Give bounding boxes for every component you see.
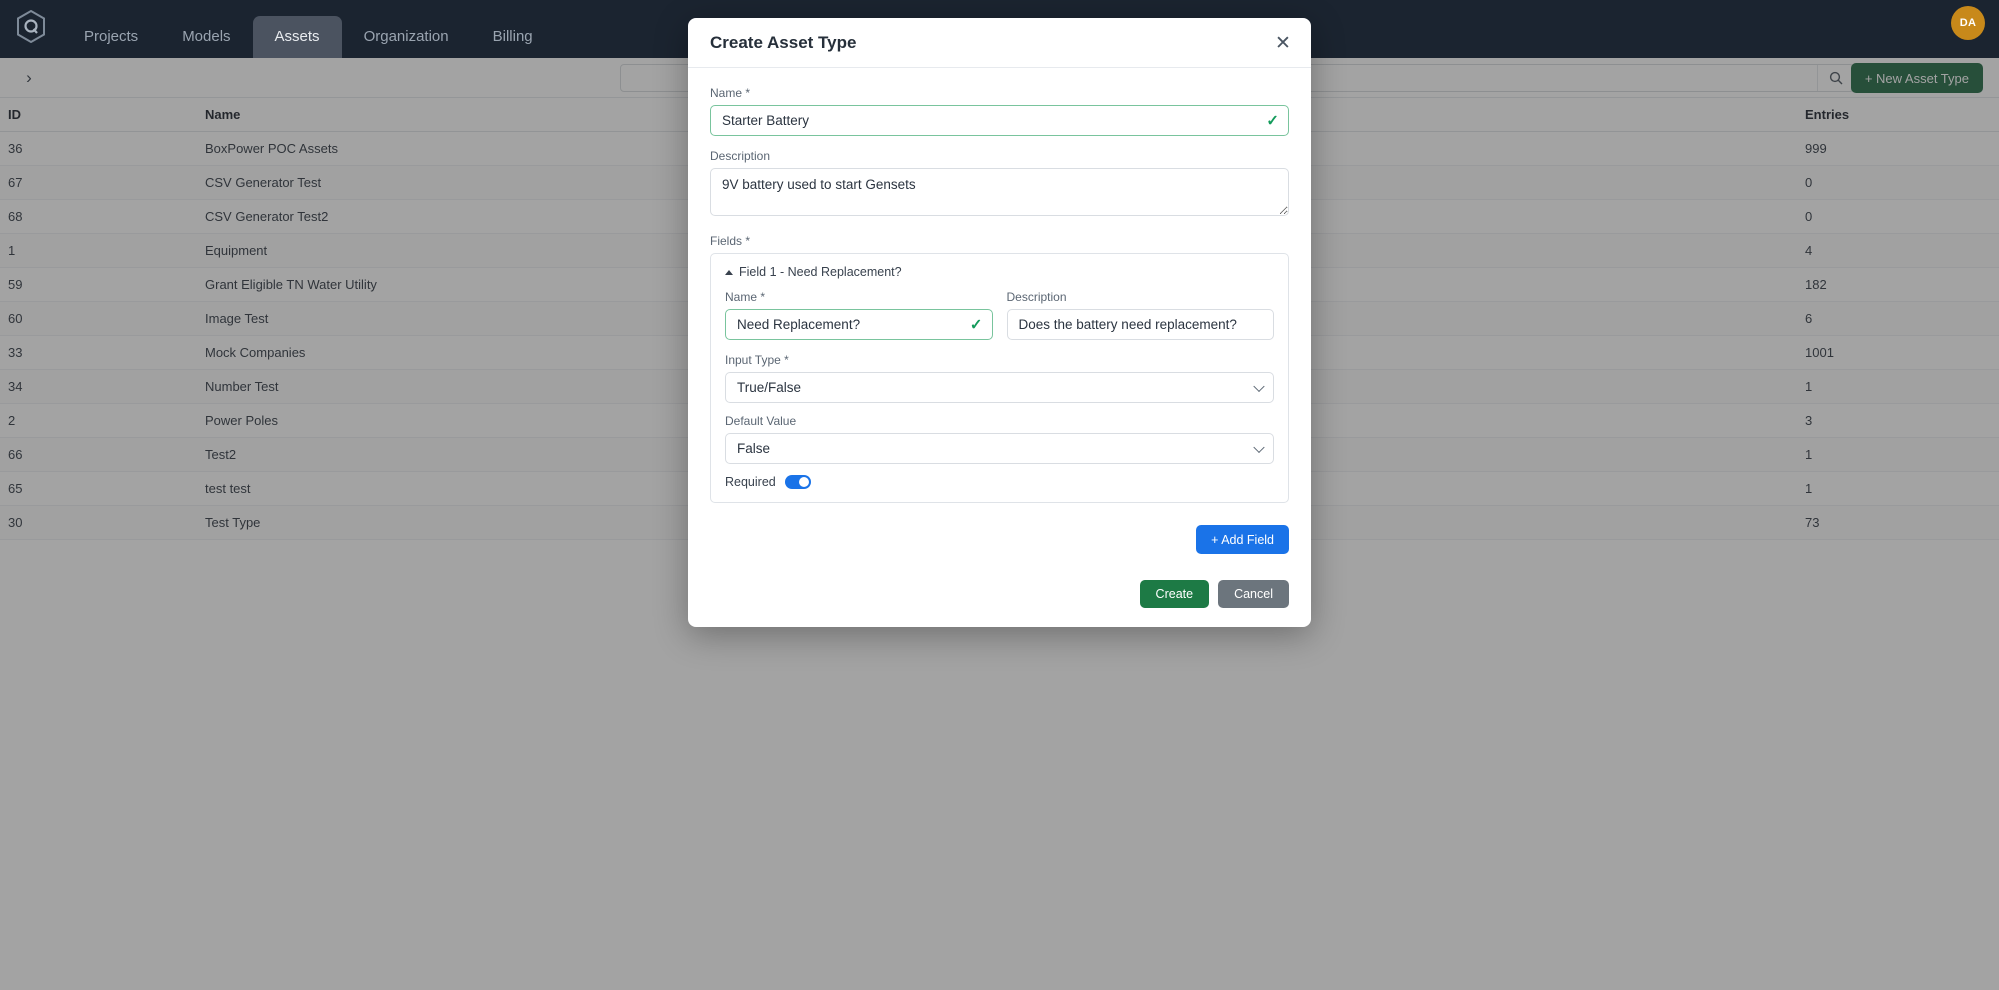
asset-name-input[interactable]: [710, 105, 1289, 136]
field-card-title-1: Field 1 - Need Replacement?: [739, 265, 902, 279]
close-icon[interactable]: ✕: [1272, 32, 1294, 54]
nav-tab-billing[interactable]: Billing: [471, 16, 555, 58]
fields-section-label: Fields *: [710, 234, 751, 248]
asset-description-label: Description: [710, 149, 771, 163]
add-field-row: + Add Field: [710, 525, 1289, 554]
field-description-input-1[interactable]: [1006, 309, 1274, 340]
asset-description-textarea[interactable]: 9V battery used to start Gensets: [710, 168, 1289, 216]
modal-title: Create Asset Type: [710, 32, 857, 52]
create-asset-type-modal: Create Asset Type ✕ Name * ✓ Description…: [688, 18, 1311, 627]
field-card-header-1[interactable]: Field 1 - Need Replacement?: [725, 265, 1274, 279]
input-type-label-1: Input Type *: [725, 353, 789, 367]
field-name-label-1: Name *: [725, 290, 766, 304]
field-card-1: Field 1 - Need Replacement? Name * ✓ Des…: [710, 253, 1289, 503]
asset-description-field: 9V battery used to start Gensets: [710, 168, 1289, 221]
field-description-wrap-1: [1006, 309, 1274, 340]
input-type-select-wrap-1: True/False: [725, 372, 1274, 403]
add-field-button[interactable]: + Add Field: [1196, 525, 1289, 554]
modal-body: Name * ✓ Description 9V battery used to …: [688, 68, 1311, 564]
required-toggle-1[interactable]: [784, 475, 811, 489]
toggle-knob: [798, 477, 809, 487]
modal-footer: Create Cancel: [688, 564, 1311, 627]
nav-tab-models[interactable]: Models: [160, 16, 252, 58]
nav-tab-list: Projects Models Assets Organization Bill…: [62, 0, 555, 58]
required-row-1: Required: [725, 475, 1274, 489]
asset-name-label: Name *: [710, 86, 751, 100]
default-value-label-1: Default Value: [725, 414, 797, 428]
nav-tab-organization[interactable]: Organization: [342, 16, 471, 58]
default-value-select-1[interactable]: False: [725, 433, 1274, 464]
cancel-button[interactable]: Cancel: [1218, 580, 1289, 608]
user-avatar[interactable]: DA: [1951, 6, 1985, 40]
input-type-select-1[interactable]: True/False: [725, 372, 1274, 403]
asset-name-field: ✓: [710, 105, 1289, 136]
nav-tab-projects[interactable]: Projects: [62, 16, 160, 58]
nav-tab-assets[interactable]: Assets: [252, 16, 342, 58]
create-button[interactable]: Create: [1139, 580, 1210, 608]
default-value-select-wrap-1: False: [725, 433, 1274, 464]
field-description-label-1: Description: [1006, 290, 1067, 304]
field-name-description-row: Name * ✓ Description: [725, 290, 1274, 353]
field-name-wrap-1: ✓: [725, 309, 993, 340]
app-logo[interactable]: [0, 0, 62, 58]
hexagon-q-logo-icon: [17, 9, 45, 43]
caret-up-icon: [725, 269, 733, 275]
required-label-1: Required: [725, 475, 776, 489]
field-name-input-1[interactable]: [725, 309, 993, 340]
modal-header: Create Asset Type ✕: [688, 18, 1311, 68]
